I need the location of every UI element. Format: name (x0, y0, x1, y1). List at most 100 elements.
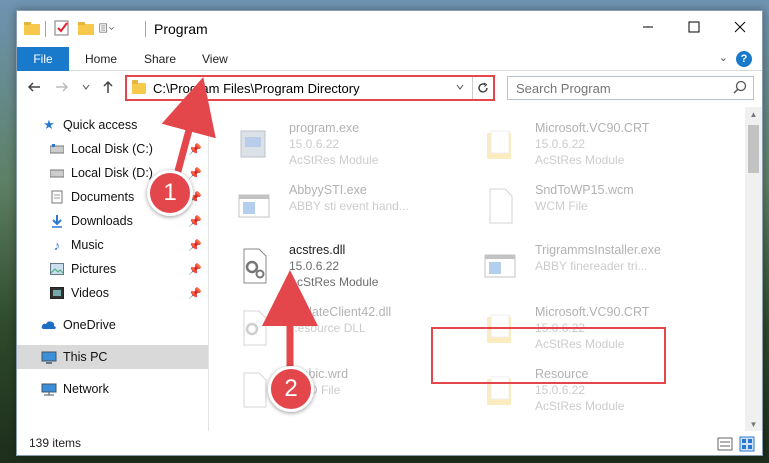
tab-file[interactable]: File (17, 47, 69, 71)
dll-gear-icon (243, 310, 267, 346)
folder-icon (24, 22, 40, 35)
sidebar-item-network[interactable]: Network (17, 377, 208, 401)
file-detail: AcStRes Module (289, 153, 379, 167)
exe-window-icon (238, 194, 270, 218)
status-bar: 139 items (17, 433, 762, 455)
refresh-button[interactable] (472, 77, 493, 99)
maximize-button[interactable] (671, 11, 717, 43)
folder-icon (132, 80, 146, 94)
chevron-down-icon (82, 84, 90, 90)
file-name: TrigrammsInstaller.exe (535, 243, 661, 257)
file-detail: AcStRes Module (535, 153, 625, 167)
star-icon: ★ (43, 117, 55, 132)
expand-ribbon-chevron-icon[interactable]: ⌄ (719, 51, 728, 64)
file-detail: 15.0.6.22 (289, 259, 340, 273)
step-badge-1: 1 (147, 170, 193, 216)
minimize-icon (643, 26, 653, 28)
sidebar-item-videos[interactable]: Videos 📌 (17, 281, 208, 305)
close-button[interactable] (717, 11, 763, 43)
minimize-button[interactable] (625, 11, 671, 43)
vertical-scrollbar[interactable]: ▲ ▼ (745, 107, 762, 431)
file-detail: WCM File (535, 199, 588, 213)
up-button[interactable] (97, 76, 119, 98)
pin-icon[interactable]: 📌 (188, 239, 202, 252)
sidebar-item-label: Quick access (63, 118, 138, 132)
sidebar-item-quick-access[interactable]: ★ Quick access (17, 113, 208, 137)
scrollbar-thumb[interactable] (748, 125, 759, 173)
file-detail: 15.0.6.22 (535, 383, 586, 397)
navigation-pane: ★ Quick access Local Disk (C:) 📌 Local D… (17, 109, 209, 431)
file-detail: 15.0.6.22 (289, 137, 340, 151)
scroll-up-icon[interactable]: ▲ (745, 107, 762, 121)
file-item-sndtowp15-wcm[interactable]: SndToWP15.wcm WCM File (459, 179, 699, 235)
sidebar-item-label: Documents (71, 190, 135, 204)
tab-home[interactable]: Home (85, 47, 117, 71)
tab-share[interactable]: Share (144, 47, 176, 71)
file-detail: 15.0.6.22 (535, 137, 586, 151)
new-folder-icon[interactable] (77, 19, 95, 37)
file-name: Microsoft.VC90.CRT (535, 121, 650, 135)
search-input[interactable] (516, 78, 716, 98)
large-icons-view-icon[interactable] (739, 436, 755, 452)
sidebar-item-label: Local Disk (D:) (71, 166, 153, 180)
scroll-down-icon[interactable]: ▼ (745, 417, 762, 431)
sidebar-item-this-pc[interactable]: This PC (17, 345, 208, 369)
file-item-acstres-dll[interactable]: acstres.dll 15.0.6.22 AcStRes Module (213, 239, 453, 295)
pin-icon[interactable]: 📌 (188, 167, 202, 180)
file-item-program-exe[interactable]: program.exe 15.0.6.22 AcStRes Module (213, 117, 453, 173)
back-arrow-icon (27, 82, 40, 92)
sidebar-item-music[interactable]: ♪ Music 📌 (17, 233, 208, 257)
address-dropdown-chevron-icon[interactable] (455, 81, 465, 95)
sidebar-item-label: OneDrive (63, 318, 116, 332)
address-path[interactable]: C:\Program Files\Program Directory (153, 81, 360, 96)
title-separator (45, 21, 46, 37)
forward-button[interactable] (51, 76, 73, 98)
sidebar-item-pictures[interactable]: Pictures 📌 (17, 257, 208, 281)
step-badge-2: 2 (268, 366, 314, 412)
file-detail: AcStRes Module (535, 399, 625, 413)
file-item-trigrammsinstaller-exe[interactable]: TrigrammsInstaller.exe ABBY finereader t… (459, 239, 699, 295)
sidebar-item-label: Pictures (71, 262, 117, 276)
file-item-updateclient42-dll[interactable]: UpdateClient42.dll Resource DLL (213, 301, 453, 357)
title-separator (145, 21, 146, 37)
properties-icon[interactable] (53, 19, 71, 37)
sidebar-item-local-disk-c[interactable]: Local Disk (C:) 📌 (17, 137, 208, 161)
file-name: SndToWP15.wcm (535, 183, 634, 197)
documents-icon (49, 190, 65, 204)
file-item-arabic-wrd[interactable]: Arabic.wrd WRD File (213, 363, 453, 419)
window-title: Program (154, 21, 208, 37)
pin-icon[interactable]: 📌 (188, 143, 202, 156)
up-arrow-icon (103, 80, 113, 93)
pin-icon[interactable]: 📌 (188, 287, 202, 300)
search-box[interactable] (507, 76, 754, 100)
maximize-icon (688, 21, 700, 33)
sidebar-item-label: Local Disk (C:) (71, 142, 153, 156)
customize-toolbar-icon[interactable] (99, 19, 117, 37)
pin-icon[interactable]: 📌 (188, 215, 202, 228)
exe-icon (240, 130, 266, 158)
file-item-abbyysti-exe[interactable]: AbbyySTI.exe ABBY sti event hand... (213, 179, 453, 235)
help-button[interactable]: ? (736, 51, 752, 67)
dll-gear-icon (243, 248, 267, 284)
sidebar-item-label: Network (63, 382, 109, 396)
file-name: AbbyySTI.exe (289, 183, 367, 197)
search-icon[interactable] (733, 80, 747, 94)
highlight-box (431, 327, 666, 384)
pin-icon[interactable]: 📌 (188, 263, 202, 276)
file-name: UpdateClient42.dll (289, 305, 392, 319)
item-count: 139 items (29, 436, 82, 450)
forward-arrow-icon (56, 82, 69, 92)
sidebar-item-onedrive[interactable]: OneDrive (17, 313, 208, 337)
folder-icon (487, 130, 511, 159)
back-button[interactable] (23, 76, 45, 98)
pictures-icon (49, 262, 65, 276)
details-view-icon[interactable] (717, 436, 733, 452)
tab-view[interactable]: View (202, 47, 228, 71)
address-bar[interactable]: C:\Program Files\Program Directory (125, 75, 495, 101)
title-bar: Program (17, 11, 762, 47)
computer-icon (41, 350, 57, 364)
cloud-icon (41, 318, 57, 332)
download-icon (49, 214, 65, 228)
file-item-microsoft-vc90-crt[interactable]: Microsoft.VC90.CRT 15.0.6.22 AcStRes Mod… (459, 117, 699, 173)
recent-locations-button[interactable] (75, 76, 97, 98)
